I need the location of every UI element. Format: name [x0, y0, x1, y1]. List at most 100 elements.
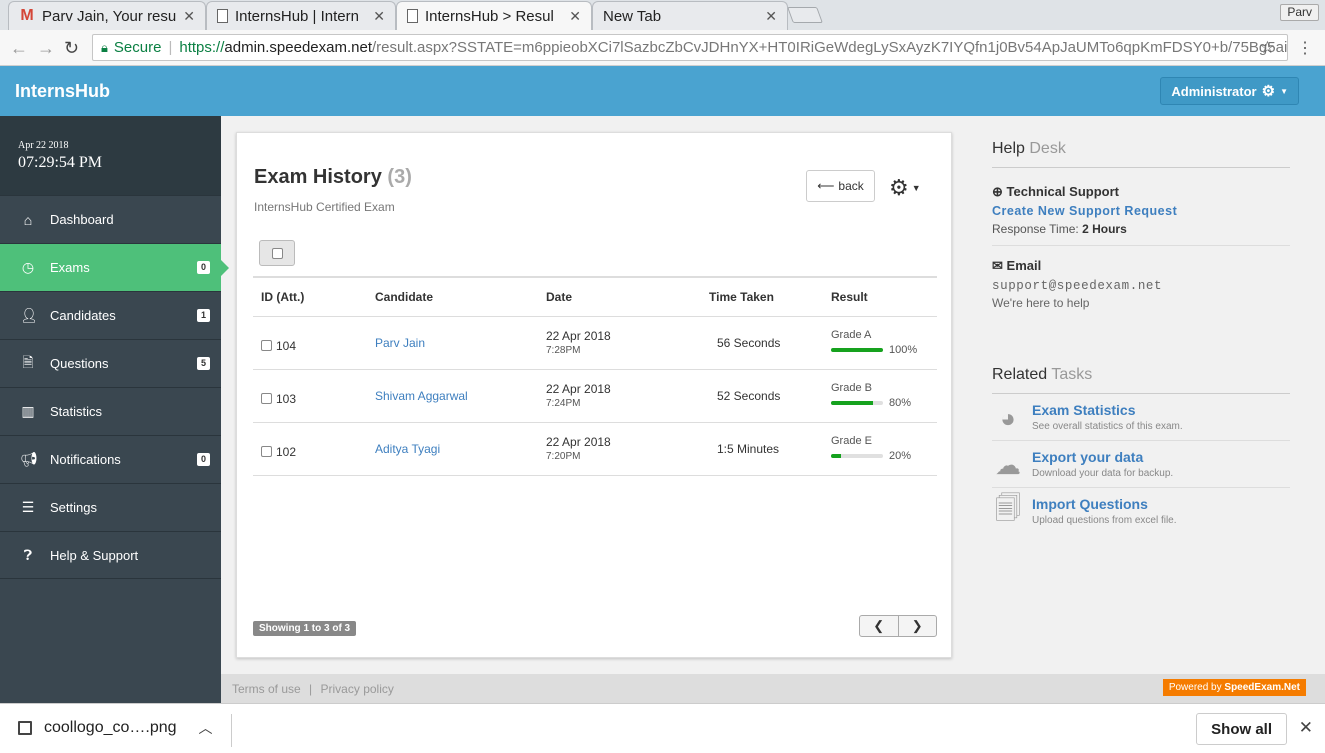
- megaphone-icon: 📢︎: [20, 451, 38, 467]
- select-all-checkbox[interactable]: [259, 240, 295, 266]
- candidate-link[interactable]: Shivam Aggarwal: [375, 389, 468, 403]
- image-file-icon: [18, 721, 32, 735]
- tab-title: InternsHub | Intern: [235, 7, 359, 25]
- back-arrow-icon[interactable]: ←: [10, 38, 28, 59]
- reload-icon[interactable]: ↻: [64, 38, 79, 59]
- sidebar-item-candidates[interactable]: 👤︎ Candidates 1: [0, 291, 221, 339]
- app-header: InternsHub Administrator ⚙ ▼: [0, 66, 1325, 116]
- support-email[interactable]: support@speedexam.net: [992, 279, 1290, 293]
- download-filename: coollogo_co….png: [44, 719, 177, 736]
- help-desk-heading: Help Desk: [992, 140, 1290, 168]
- close-icon[interactable]: ✕: [183, 8, 195, 25]
- column-header: ID (Att.): [253, 276, 367, 317]
- sidebar-item-exams[interactable]: ◷ Exams 0: [0, 243, 229, 291]
- terms-link[interactable]: Terms of use: [232, 682, 301, 696]
- sidebar-item-statistics[interactable]: ▥ Statistics: [0, 387, 221, 435]
- row-checkbox[interactable]: [261, 340, 272, 351]
- task-name[interactable]: Export your data: [1032, 449, 1173, 465]
- pagination-info: Showing 1 to 3 of 3: [253, 621, 357, 636]
- page-footer: Terms of use | Privacy policy Powered by…: [221, 674, 1325, 703]
- browser-menu-icon[interactable]: ⋮: [1297, 38, 1313, 58]
- browser-tab-internshub[interactable]: InternsHub | Intern ✕: [206, 1, 396, 30]
- close-icon[interactable]: ✕: [765, 8, 777, 25]
- row-checkbox[interactable]: [261, 393, 272, 404]
- powered-prefix: Powered by: [1168, 682, 1222, 693]
- attempt-id: 103: [276, 391, 297, 406]
- exam-history-card: Exam History (3) InternsHub Certified Ex…: [236, 132, 952, 658]
- footer-links: Terms of use | Privacy policy: [232, 682, 394, 696]
- back-button[interactable]: ⟵ back: [806, 170, 875, 202]
- forward-arrow-icon[interactable]: →: [37, 38, 55, 59]
- candidate-link[interactable]: Aditya Tyagi: [375, 442, 440, 456]
- create-support-request-link[interactable]: Create New Support Request: [992, 204, 1290, 218]
- task-import-questions[interactable]: 🗐︎ Import Questions Upload questions from…: [992, 488, 1290, 534]
- count-badge: 0: [197, 453, 210, 466]
- sidebar-item-label: Settings: [50, 500, 97, 515]
- time-taken: 52 Seconds: [717, 388, 781, 403]
- tab-title: InternsHub > Resul: [425, 7, 554, 25]
- score-bar: [831, 454, 883, 458]
- admin-menu-button[interactable]: Administrator ⚙ ▼: [1160, 77, 1299, 105]
- chevron-up-icon[interactable]: ︿: [199, 718, 213, 738]
- heading-main: Related: [992, 366, 1048, 383]
- browser-tab-results[interactable]: InternsHub > Resul ✕: [396, 1, 592, 30]
- score-percent: 20%: [889, 450, 912, 462]
- sidebar-item-notifications[interactable]: 📢︎ Notifications 0: [0, 435, 221, 483]
- email-label: ✉ Email: [992, 258, 1290, 274]
- close-icon[interactable]: ✕: [373, 8, 385, 25]
- close-icon[interactable]: ✕: [1299, 718, 1313, 738]
- chevron-left-icon: ❮: [873, 618, 885, 633]
- sidebar-item-questions[interactable]: 🗎︎ Questions 5: [0, 339, 221, 387]
- page-icon: [217, 9, 228, 23]
- time-taken: 56 Seconds: [717, 335, 781, 350]
- show-all-button[interactable]: Show all: [1196, 713, 1287, 745]
- title-count: (3): [387, 166, 412, 188]
- sidebar-item-settings[interactable]: ☰ Settings: [0, 483, 221, 531]
- sidebar-item-label: Exams: [50, 260, 90, 275]
- new-tab-button[interactable]: [787, 7, 823, 23]
- sidebar-item-help[interactable]: ❓︎ Help & Support: [0, 531, 221, 579]
- score-percent: 100%: [889, 344, 918, 356]
- current-date: Apr 22 2018: [18, 140, 69, 151]
- bookmark-star-icon[interactable]: ☆: [1260, 38, 1275, 58]
- table-row: 104 Parv Jain 22 Apr 2018 7:28PM 56 Secon…: [253, 316, 937, 370]
- sidebar-item-dashboard[interactable]: ⌂ Dashboard: [0, 195, 221, 243]
- response-time: Response Time: 2 Hours: [992, 222, 1290, 246]
- address-bar[interactable]: 🔒︎ Secure | https://admin.speedexam.net /…: [92, 34, 1288, 61]
- task-export-data[interactable]: ☁ Export your data Download your data for…: [992, 441, 1290, 488]
- profile-button[interactable]: Parv: [1280, 4, 1319, 21]
- attempt-id: 102: [276, 444, 297, 459]
- user-icon: 👤︎: [20, 307, 38, 323]
- task-name[interactable]: Import Questions: [1032, 496, 1177, 512]
- clock-icon: ◷: [21, 259, 35, 275]
- browser-tab-new[interactable]: New Tab ✕: [592, 1, 788, 30]
- gmail-icon: M: [20, 7, 34, 24]
- privacy-link[interactable]: Privacy policy: [321, 682, 394, 696]
- sidebar-item-label: Notifications: [50, 452, 121, 467]
- options-menu-button[interactable]: ⚙ ▼: [889, 175, 921, 201]
- brand-logo[interactable]: InternsHub: [15, 81, 110, 102]
- secure-label: Secure: [113, 39, 162, 56]
- candidate-link[interactable]: Parv Jain: [375, 336, 425, 350]
- tab-title: New Tab: [603, 7, 662, 25]
- exam-date: 22 Apr 2018: [546, 435, 611, 449]
- footer-divider: |: [309, 682, 313, 696]
- score-bar: [831, 401, 883, 405]
- column-header: Candidate: [367, 276, 538, 317]
- powered-by-badge[interactable]: Powered by SpeedExam.Net: [1162, 679, 1306, 696]
- powered-brand: SpeedExam.Net: [1224, 682, 1300, 693]
- close-icon[interactable]: ✕: [569, 8, 581, 25]
- column-header: Result: [823, 276, 937, 317]
- browser-tab-gmail[interactable]: M Parv Jain, Your resu ✕: [8, 1, 206, 30]
- exam-time: 7:28PM: [546, 345, 581, 356]
- separator: |: [168, 39, 173, 56]
- row-checkbox[interactable]: [261, 446, 272, 457]
- task-exam-statistics[interactable]: ◕ Exam Statistics See overall statistics …: [992, 394, 1290, 441]
- next-page-button[interactable]: ❯: [897, 616, 937, 636]
- exam-name: InternsHub Certified Exam: [254, 200, 395, 214]
- task-name[interactable]: Exam Statistics: [1032, 402, 1183, 418]
- sidebar-item-label: Dashboard: [50, 212, 114, 227]
- download-item[interactable]: coollogo_co….png ︿: [18, 718, 213, 738]
- prev-page-button[interactable]: ❮: [860, 616, 898, 636]
- count-badge: 5: [197, 357, 210, 370]
